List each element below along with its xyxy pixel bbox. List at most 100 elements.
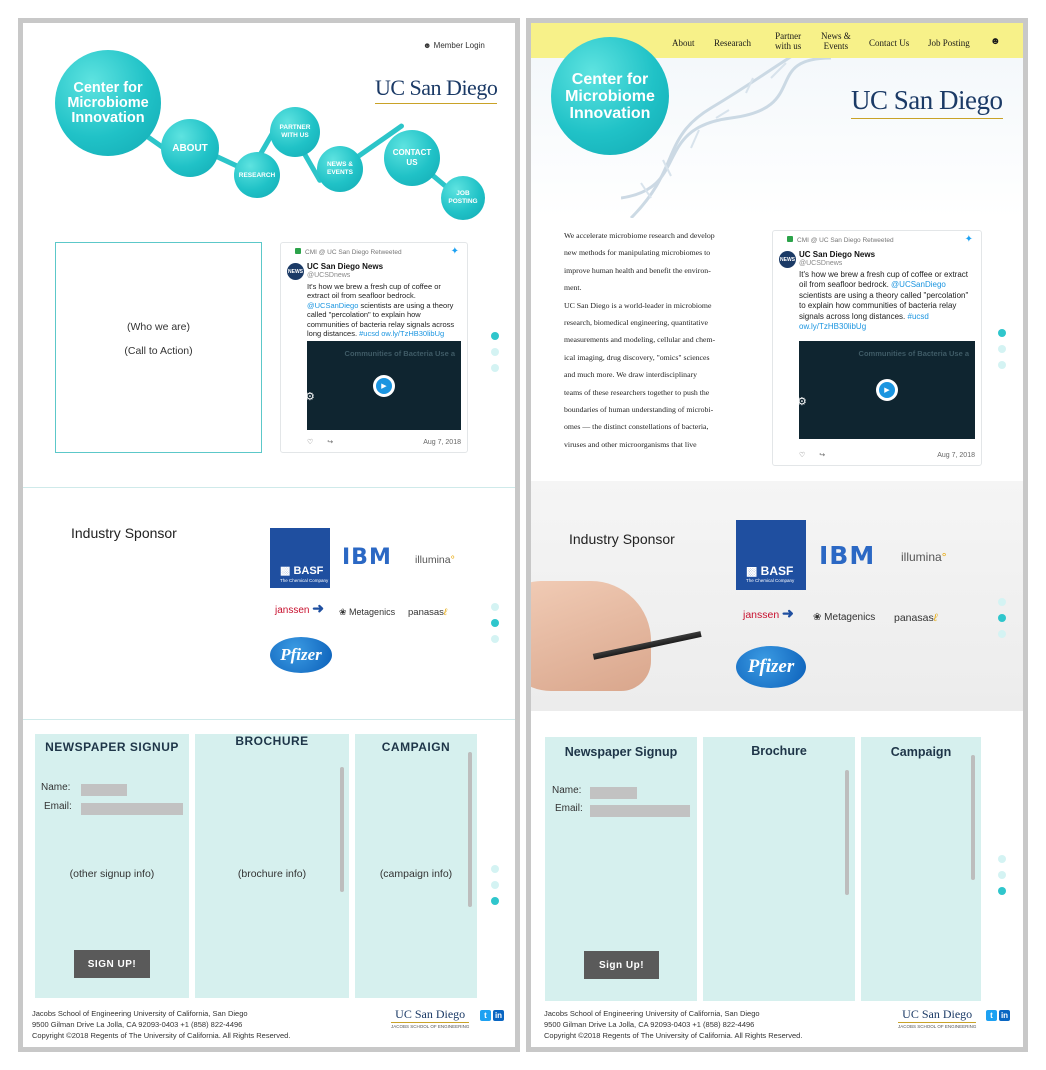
dot-1[interactable] [491, 332, 499, 340]
metagenics-logo[interactable]: ❀ Metagenics [339, 607, 395, 618]
call-to-action-text[interactable]: (Call to Action) [56, 345, 261, 357]
avatar[interactable]: NEWS [287, 263, 304, 280]
ucsd-logo[interactable]: UC San Diego [851, 85, 1003, 119]
nav-about[interactable]: About [672, 38, 695, 48]
dot-2[interactable] [491, 348, 499, 356]
tweet-hashtag-link[interactable]: #ucsd [908, 312, 929, 321]
brochure-scrollbar[interactable] [845, 770, 849, 895]
dot-3[interactable] [491, 364, 499, 372]
nav-research[interactable]: Researach [714, 38, 751, 48]
ucsd-logo[interactable]: UC San Diego [375, 75, 498, 104]
dot-3[interactable] [998, 361, 1006, 369]
metagenics-logo[interactable]: ❀ Metagenics [813, 612, 875, 623]
name-field[interactable] [81, 784, 127, 796]
twitter-icon[interactable]: t [480, 1010, 491, 1021]
member-login-link[interactable]: ☻ Member Login [423, 41, 485, 50]
share-icon[interactable]: ↪ [327, 439, 333, 446]
tweet-video[interactable]: Communities of Bacteria Use a ⚙ ▶ [797, 341, 975, 439]
nav-news-events[interactable]: News & Events [821, 31, 851, 51]
job-posting-bubble[interactable]: JOB POSTING [441, 176, 485, 220]
janssen-logo[interactable]: janssen ➜ [275, 600, 324, 617]
twitter-embed[interactable]: CMI @ UC San Diego Retweeted ✦ NEWS UC S… [280, 242, 468, 453]
dot-1[interactable] [998, 329, 1006, 337]
dot-3[interactable] [998, 630, 1006, 638]
nav-partner[interactable]: Partner with us [775, 31, 801, 51]
center-logo-circle[interactable]: Center for Microbiome Innovation [551, 37, 669, 155]
dot-3[interactable] [998, 887, 1006, 895]
illumina-logo[interactable]: illumina° [415, 554, 455, 566]
twitter-bird-icon[interactable]: ✦ [451, 246, 459, 257]
section-dots-nav[interactable] [491, 603, 499, 651]
dot-2[interactable] [998, 614, 1006, 622]
tweet-author-name[interactable]: UC San Diego News [307, 262, 383, 271]
illumina-logo[interactable]: illumina° [901, 550, 947, 564]
dot-1[interactable] [491, 603, 499, 611]
tweet-hashtag-link[interactable]: #ucsd [359, 329, 379, 338]
panasas-logo[interactable]: panasasℓ [894, 612, 937, 624]
email-field[interactable] [590, 805, 690, 817]
dot-1[interactable] [491, 865, 499, 873]
dot-2[interactable] [491, 881, 499, 889]
campaign-scrollbar[interactable] [971, 755, 975, 880]
news-events-bubble[interactable]: NEWS & EVENTS [317, 146, 363, 192]
section-dots-nav[interactable] [998, 855, 1006, 903]
research-bubble[interactable]: RESEARCH [234, 152, 280, 198]
tweet-mention-link[interactable]: @UCSanDiego [891, 280, 946, 289]
twitter-embed[interactable]: CMI @ UC San Diego Retweeted ✦ NEWS UC S… [772, 230, 982, 466]
footer-ucsd-logo[interactable]: UC San Diego JACOBS SCHOOL OF ENGINEERIN… [898, 1007, 977, 1029]
tweet-author-name[interactable]: UC San Diego News [799, 250, 875, 259]
tweet-handle[interactable]: @UCSDnews [799, 260, 842, 267]
section-dots-nav[interactable] [998, 598, 1006, 646]
linkedin-icon[interactable]: in [493, 1010, 504, 1021]
sign-up-button[interactable]: Sign Up! [584, 951, 659, 979]
ibm-logo[interactable]: IBM [342, 545, 392, 570]
twitter-icon[interactable]: t [986, 1010, 997, 1021]
tweet-video[interactable]: Communities of Bacteria Use a ⚙ ▶ [305, 341, 461, 430]
play-icon[interactable]: ▶ [876, 379, 898, 401]
tweet-date[interactable]: Aug 7, 2018 [937, 452, 975, 459]
pfizer-logo[interactable]: Pfizer [736, 646, 806, 688]
dot-1[interactable] [998, 598, 1006, 606]
name-field[interactable] [590, 787, 637, 799]
tweet-url-link[interactable]: ow.ly/TzHB30libUg [799, 322, 866, 331]
section-dots-nav[interactable] [491, 865, 499, 913]
tweet-mention-link[interactable]: @UCSanDiego [307, 301, 358, 310]
footer-line: Copyright ©2018 Regents of The Universit… [32, 1031, 291, 1040]
tweet-url-link[interactable]: ow.ly/TzHB30libUg [381, 329, 444, 338]
basf-logo[interactable]: ▩ BASF The Chemical Company [736, 520, 806, 590]
ibm-logo[interactable]: IBM [819, 541, 875, 570]
janssen-logo[interactable]: janssen ➜ [743, 605, 794, 622]
twitter-bird-icon[interactable]: ✦ [965, 234, 973, 245]
campaign-scrollbar[interactable] [468, 752, 472, 907]
basf-logo[interactable]: ▩ BASF The Chemical Company [270, 528, 330, 588]
dot-2[interactable] [491, 619, 499, 627]
center-logo-circle[interactable]: Center for Microbiome Innovation [55, 50, 161, 156]
email-field[interactable] [81, 803, 183, 815]
tweet-date[interactable]: Aug 7, 2018 [423, 439, 461, 446]
brochure-card: Brochure [703, 737, 855, 1001]
dot-1[interactable] [998, 855, 1006, 863]
tweet-handle[interactable]: @UCSDnews [307, 272, 350, 279]
heart-icon[interactable]: ♡ [307, 439, 313, 446]
dot-2[interactable] [998, 345, 1006, 353]
pfizer-logo[interactable]: Pfizer [270, 637, 332, 673]
partner-bubble[interactable]: PARTNER WITH US [270, 107, 320, 157]
sign-up-button[interactable]: SIGN UP! [74, 950, 150, 978]
footer-ucsd-logo[interactable]: UC San Diego JACOBS SCHOOL OF ENGINEERIN… [391, 1007, 470, 1029]
dot-2[interactable] [998, 871, 1006, 879]
nav-job-posting[interactable]: Job Posting [928, 38, 970, 48]
section-dots-nav[interactable] [998, 329, 1006, 377]
dot-3[interactable] [491, 635, 499, 643]
user-icon[interactable]: ☻ [990, 37, 1001, 47]
nav-contact[interactable]: Contact Us [869, 38, 909, 48]
avatar[interactable]: NEWS [779, 251, 796, 268]
share-icon[interactable]: ↪ [819, 452, 825, 459]
panasas-logo[interactable]: panasasℓ [408, 607, 447, 618]
dot-3[interactable] [491, 897, 499, 905]
linkedin-icon[interactable]: in [999, 1010, 1010, 1021]
contact-bubble[interactable]: CONTACT US [384, 130, 440, 186]
about-bubble[interactable]: ABOUT [161, 119, 219, 177]
heart-icon[interactable]: ♡ [799, 452, 805, 459]
play-icon[interactable]: ▶ [373, 374, 395, 397]
section-dots-nav[interactable] [491, 332, 499, 380]
